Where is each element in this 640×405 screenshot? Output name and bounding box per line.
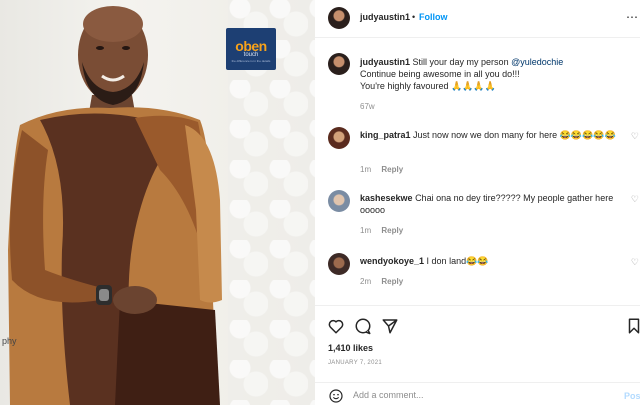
follow-button[interactable]: Follow <box>419 12 448 22</box>
comment-meta: 2m Reply <box>360 277 411 286</box>
emoji-icon[interactable] <box>328 388 344 404</box>
commenter-avatar[interactable] <box>328 127 350 149</box>
logo-sub-text: touch <box>243 52 259 58</box>
caption-line1: Still your day my person <box>412 57 512 67</box>
post-action-bar <box>315 305 640 345</box>
comment-input[interactable] <box>353 388 608 402</box>
comment-text: king_patra1 Just now now we don many for… <box>360 129 623 141</box>
share-icon[interactable] <box>381 317 399 335</box>
post-header: judyaustin1 • Follow ⋯ <box>315 0 640 38</box>
comment-username[interactable]: kashesekwe <box>360 193 413 203</box>
caption-line2: Continue being awesome in all you do!!! <box>360 69 520 79</box>
comment-body: I don land😂😂 <box>426 256 489 266</box>
commenter-avatar[interactable] <box>328 253 350 275</box>
comment-text: kashesekwe Chai ona no dey tire????? My … <box>360 192 623 216</box>
reply-button[interactable]: Reply <box>381 165 403 174</box>
comment-icon[interactable] <box>354 317 372 335</box>
comment-meta: 1m Reply <box>360 226 411 235</box>
caption-text: judyaustin1 Still your day my person @yu… <box>360 56 630 92</box>
comment-username[interactable]: wendyokoye_1 <box>360 256 424 266</box>
logo-tagline: the difference is in the details <box>231 59 271 63</box>
header-separator: • <box>412 12 416 22</box>
like-comment-icon[interactable]: ♡ <box>631 194 639 205</box>
post-comment-button[interactable]: Pos <box>624 391 640 401</box>
ellipsis-icon[interactable]: ⋯ <box>626 10 638 24</box>
comment-age: 1m <box>360 226 372 235</box>
likes-count[interactable]: 1,410 likes <box>328 343 373 353</box>
like-comment-icon[interactable]: ♡ <box>631 131 639 142</box>
caption-username[interactable]: judyaustin1 <box>360 57 410 67</box>
post-photo[interactable]: oben touch the difference is in the deta… <box>0 0 315 405</box>
reply-button[interactable]: Reply <box>381 226 403 235</box>
caption-author-avatar[interactable] <box>328 53 350 75</box>
bookmark-icon[interactable] <box>627 317 640 335</box>
comment-text: wendyokoye_1 I don land😂😂 <box>360 255 623 267</box>
comment-age: 1m <box>360 165 372 174</box>
caption-mention-link[interactable]: @yuledochie <box>511 57 563 67</box>
comment-username[interactable]: king_patra1 <box>360 130 411 140</box>
comment-composer: Pos <box>315 382 640 405</box>
author-avatar[interactable] <box>328 7 350 29</box>
author-username[interactable]: judyaustin1 <box>360 12 410 22</box>
reply-button[interactable]: Reply <box>381 277 403 286</box>
caption-line3: You're highly favoured 🙏🙏🙏🙏 <box>360 81 496 91</box>
heart-icon[interactable] <box>327 317 345 335</box>
commenter-avatar[interactable] <box>328 190 350 212</box>
comment-age: 2m <box>360 277 372 286</box>
post-date: JANUARY 7, 2021 <box>328 360 382 366</box>
caption-age: 67w <box>360 102 375 111</box>
post-sidebar: judyaustin1 • Follow ⋯ judyaustin1 Still… <box>315 0 640 405</box>
like-comment-icon[interactable]: ♡ <box>631 257 639 268</box>
brand-logo: oben touch the difference is in the deta… <box>226 28 276 70</box>
comment-meta: 1m Reply <box>360 165 411 174</box>
cropped-photo-text: phy <box>2 336 17 346</box>
instagram-post-view: oben touch the difference is in the deta… <box>0 0 640 405</box>
comment-body: Just now now we don many for here 😂😂😂😂😂 <box>413 130 616 140</box>
